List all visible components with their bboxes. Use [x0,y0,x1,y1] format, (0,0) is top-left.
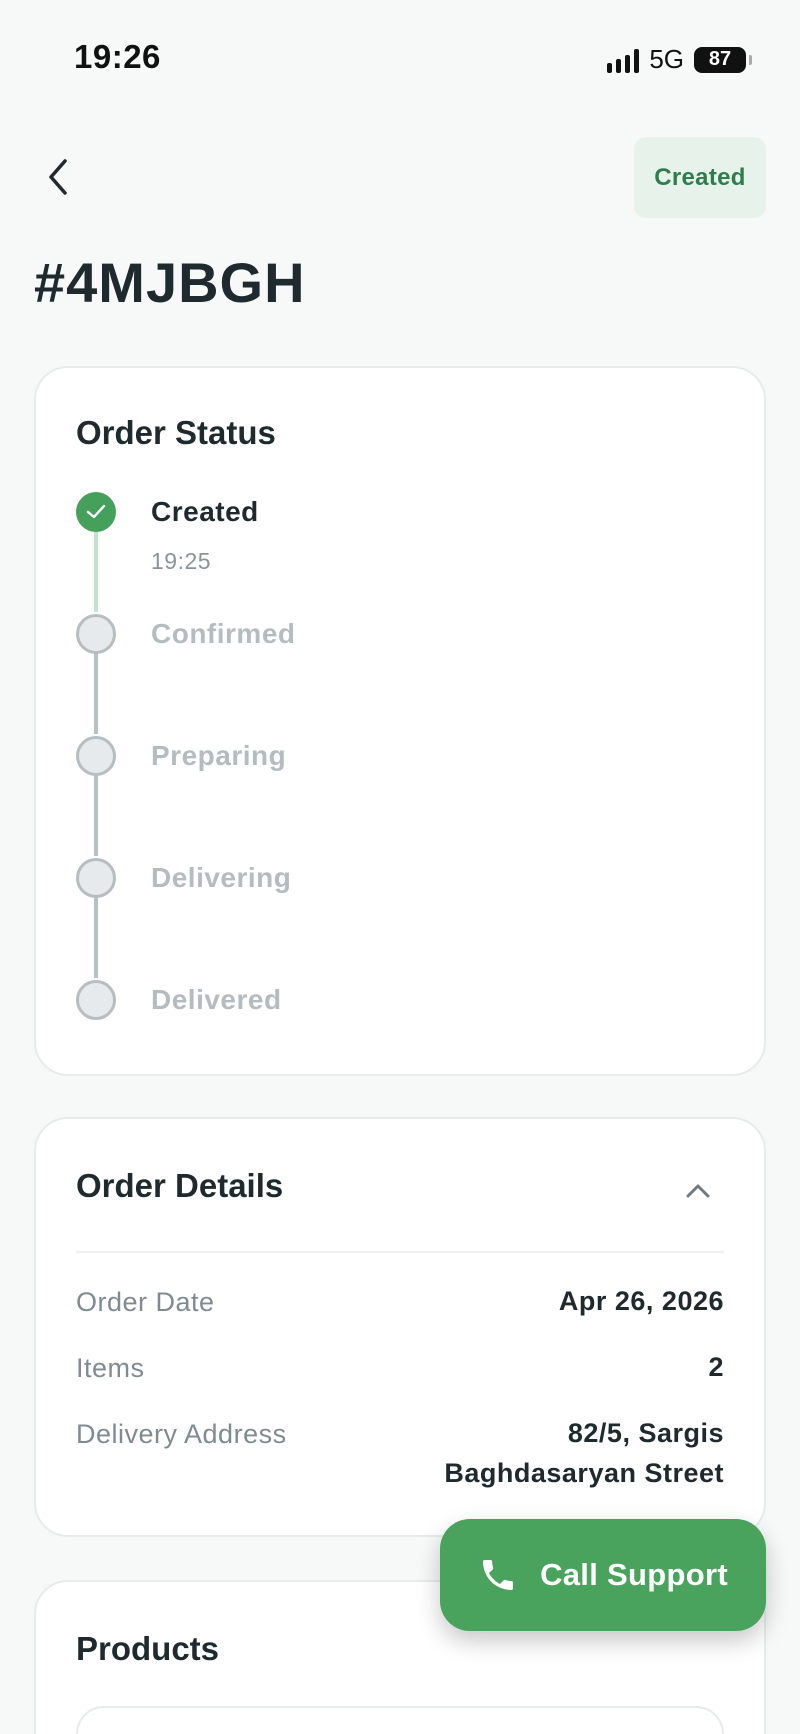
timeline-connector [94,532,98,612]
pending-circle-icon [76,614,116,654]
call-support-label: Call Support [540,1557,728,1592]
timeline-step-created: Created 19:25 [76,492,576,574]
battery-icon: 87 [694,46,752,73]
timeline-connector [94,652,98,734]
timeline-connector [94,774,98,856]
address-line-2: Baghdasaryan Street [444,1458,724,1488]
detail-label: Order Date [76,1287,215,1317]
detail-label: Items [76,1353,145,1383]
timeline-step-label: Delivered [151,984,282,1015]
divider [76,1251,724,1253]
order-status-title: Order Status [76,414,276,451]
timeline-step-label: Created [151,496,259,527]
timeline-step-label: Preparing [151,740,287,771]
chevron-up-icon [686,1184,710,1198]
timeline-step-label: Delivering [151,862,292,893]
products-title: Products [76,1630,220,1667]
timeline-step-time: 19:25 [151,548,212,574]
status-bar: 19:26 5G 87 [0,0,800,118]
detail-label: Delivery Address [76,1419,287,1449]
collapse-details-button[interactable] [680,1175,716,1205]
pending-circle-icon [76,736,116,776]
check-circle-icon [76,492,116,532]
battery-level: 87 [708,48,732,70]
address-line-1: 82/5, Sargis [567,1418,724,1448]
detail-value: 2 [708,1352,724,1382]
order-status-badge: Created [634,137,766,218]
signal-icon [607,47,640,73]
phone-icon [483,1560,514,1590]
order-details-card: Order Details Order Date Apr 26, 2026 It… [34,1117,766,1537]
pending-circle-icon [76,858,116,898]
network-type: 5G [649,44,684,74]
back-button[interactable] [36,150,80,204]
status-time: 19:26 [74,38,161,75]
detail-value-address: 82/5, Sargis Baghdasaryan Street [444,1413,724,1493]
order-id-title: #4MJBGH [34,251,306,314]
call-support-button[interactable]: Call Support [440,1519,766,1631]
chevron-left-icon [49,159,67,195]
timeline-step-preparing: Preparing [76,736,576,778]
order-details-title: Order Details [76,1167,284,1204]
timeline-step-delivered: Delivered [76,980,576,1022]
detail-value: Apr 26, 2026 [558,1286,724,1316]
status-indicators: 5G 87 [607,44,752,75]
timeline-step-confirmed: Confirmed [76,614,576,656]
timeline-step-delivering: Delivering [76,858,576,900]
timeline-connector [94,896,98,978]
order-status-card: Order Status Created 19:25 Confirmed Pre… [34,366,766,1076]
timeline-step-label: Confirmed [151,618,296,649]
pending-circle-icon [76,980,116,1020]
product-item[interactable] [76,1706,724,1734]
